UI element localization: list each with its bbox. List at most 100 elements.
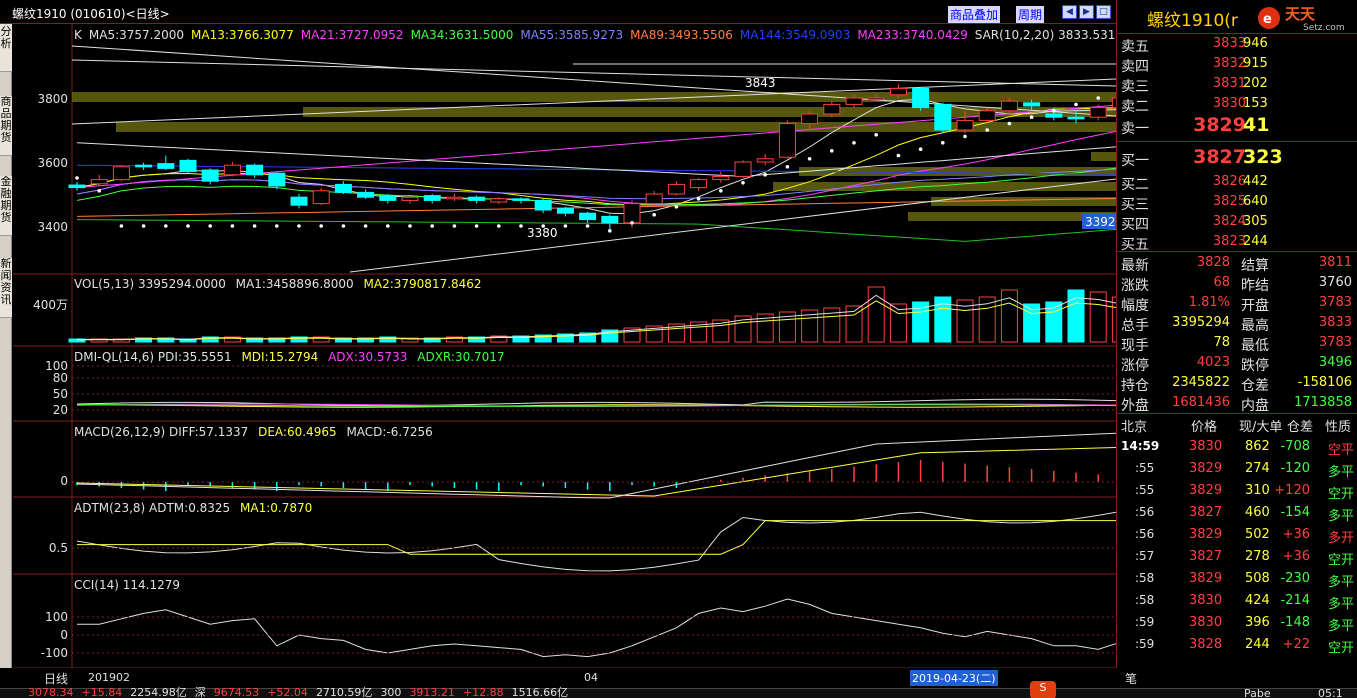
tick-oi-change: -120 xyxy=(1280,461,1310,476)
indicator-legend-item: MA89:3493.5506 xyxy=(630,28,733,42)
ask-row[interactable]: 卖一 3829 41 xyxy=(1117,114,1357,137)
tab-news[interactable]: 新闻资讯 xyxy=(0,258,12,318)
x-axis-start: 201902 xyxy=(88,671,130,684)
period-link[interactable]: 周期 xyxy=(1016,6,1045,23)
stat-value: 3828 xyxy=(1196,255,1230,270)
stat-label: 幅度 xyxy=(1121,298,1149,314)
sar-dot xyxy=(297,224,301,228)
tick-price: 3829 xyxy=(1189,527,1223,542)
candle-body xyxy=(645,193,663,205)
stat-label: 结算 xyxy=(1241,258,1269,274)
sar-dot xyxy=(696,197,701,201)
sar-dot xyxy=(1052,109,1056,113)
ask-price: 3831 xyxy=(1212,76,1246,91)
tick-header: 北京 价格 现/大单 仓差 性质 xyxy=(1121,420,1352,435)
bid-volume: 323 xyxy=(1243,146,1283,168)
bid-price: 3824 xyxy=(1212,214,1246,229)
bid-row[interactable]: 买五 3823 244 xyxy=(1117,232,1357,253)
sar-dot xyxy=(97,189,101,193)
stat-label: 跌停 xyxy=(1241,358,1269,374)
stat-label: 仓差 xyxy=(1241,378,1269,394)
sar-dot xyxy=(519,224,523,228)
index-ticker-item: 2254.98亿 xyxy=(130,686,187,698)
bid-row[interactable]: 买四 3824 305 xyxy=(1117,212,1357,233)
quote-title-bar: 螺纹1910(r e 天天 Setz.com xyxy=(1117,0,1357,34)
tick-price: 3827 xyxy=(1189,505,1223,520)
indicator-line xyxy=(76,219,1116,242)
bid-volume: 244 xyxy=(1243,234,1268,249)
candle-body xyxy=(157,163,175,169)
sar-dot xyxy=(608,229,612,233)
index-ticker-item: 3078.34 xyxy=(28,686,74,698)
candle-body xyxy=(490,198,508,203)
candle-body xyxy=(379,195,397,201)
dmi-y-tick-20: 20 xyxy=(53,403,68,417)
tick-tab[interactable]: 笔 xyxy=(1125,670,1137,687)
bid-price: 3826 xyxy=(1212,174,1246,189)
ask-label: 卖四 xyxy=(1121,59,1149,75)
period-label[interactable]: 日线 xyxy=(44,670,68,687)
x-axis-mid: 04 xyxy=(584,671,598,684)
candle-body xyxy=(867,97,885,101)
ask-volume: 946 xyxy=(1243,36,1268,51)
ask-row[interactable]: 卖五 3833 946 xyxy=(1117,34,1357,55)
tick-volume: 396 xyxy=(1245,615,1270,630)
indicator-legend-item: MA34:3631.5000 xyxy=(411,28,514,42)
candle-body xyxy=(845,97,863,105)
stat-value: 1681436 xyxy=(1172,395,1230,410)
ask-price: 3833 xyxy=(1212,36,1246,51)
tick-price: 3828 xyxy=(1189,637,1223,652)
sar-dot xyxy=(719,189,723,193)
y-tick-3600: 3600 xyxy=(37,156,68,170)
ask-row[interactable]: 卖二 3830 153 xyxy=(1117,94,1357,115)
cci-y-tick-0: 0 xyxy=(60,628,68,642)
tab-commodity-futures[interactable]: 商品期货 xyxy=(0,96,12,156)
tick-row: :55 3829 274 -120 多平 xyxy=(1117,458,1357,480)
svg-text:天天: 天天 xyxy=(1285,5,1316,23)
indicator-legend-item: MA55:3585.9273 xyxy=(520,28,623,42)
maximize-icon[interactable]: □ xyxy=(1096,5,1111,19)
prev-icon[interactable]: ◀ xyxy=(1062,5,1077,19)
indicator-legend-item: MA13:3766.3077 xyxy=(191,28,294,42)
tick-oi-change: -708 xyxy=(1280,439,1310,454)
sar-dot xyxy=(386,224,390,228)
vol-y-tick: 400万 xyxy=(33,298,68,312)
tick-volume: 460 xyxy=(1245,505,1270,520)
candle-body xyxy=(912,87,930,109)
bid-row[interactable]: 买三 3825 640 xyxy=(1117,192,1357,213)
stat-value: 78 xyxy=(1213,335,1230,350)
stat-row: 最新 3828 结算 3811 xyxy=(1117,253,1357,274)
bid-price: 3825 xyxy=(1212,194,1246,209)
tick-nature: 空开 xyxy=(1327,641,1354,656)
sar-dot xyxy=(497,224,501,228)
sar-dot xyxy=(252,224,257,228)
ask-row[interactable]: 卖四 3832 915 xyxy=(1117,54,1357,75)
bid-row[interactable]: 买二 3826 442 xyxy=(1117,172,1357,193)
bid-label: 买一 xyxy=(1121,153,1149,169)
tick-price: 3829 xyxy=(1189,571,1223,586)
sar-dot xyxy=(874,133,878,137)
stat-row: 总手 3395294 最高 3833 xyxy=(1117,313,1357,334)
tick-oi-change: -214 xyxy=(1280,593,1310,608)
stat-row: 持仓 2345822 仓差 -158106 xyxy=(1117,373,1357,394)
candle-body xyxy=(112,166,130,181)
volume-bars xyxy=(68,286,1116,343)
stat-value: -158106 xyxy=(1297,375,1352,390)
chart-area[interactable]: 3800 3600 3400 400万 100 80 50 20 0 0.5 1… xyxy=(13,24,1116,668)
next-icon[interactable]: ▶ xyxy=(1079,5,1094,19)
y-tick-3400: 3400 xyxy=(37,220,68,234)
tab-financial-futures[interactable]: 金融期货 xyxy=(0,176,12,236)
tick-volume: 310 xyxy=(1245,483,1270,498)
overlay-commodity-link[interactable]: 商品叠加 xyxy=(948,6,1001,23)
ask-row[interactable]: 卖三 3831 202 xyxy=(1117,74,1357,95)
index-ticker-item: +12.88 xyxy=(462,686,504,698)
stat-label: 最低 xyxy=(1241,338,1269,354)
candle-body xyxy=(312,190,330,205)
candle-body xyxy=(667,183,685,195)
candle-body xyxy=(778,123,796,158)
indicator-legend-item: MA233:3740.0429 xyxy=(857,28,967,42)
candle-body xyxy=(334,183,352,193)
bid-row[interactable]: 买一 3827 323 xyxy=(1117,146,1357,169)
tick-nature: 空开 xyxy=(1327,487,1354,502)
input-method-icon[interactable]: S xyxy=(1030,681,1056,698)
